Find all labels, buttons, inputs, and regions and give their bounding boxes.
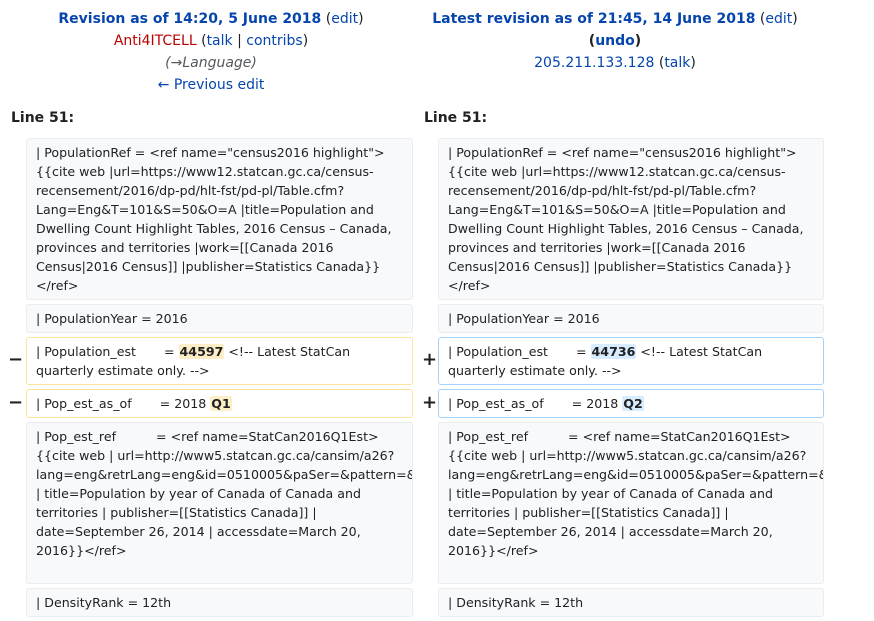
deleted-value: Q1 (210, 396, 232, 411)
context-populationyear-right: | PopulationYear = 2016 (438, 304, 824, 333)
right-user-link[interactable]: 205.211.133.128 (534, 55, 654, 71)
added-value: Q2 (622, 396, 644, 411)
right-edit-link[interactable]: edit (765, 11, 792, 27)
added-population-est: | Population_est = 44736 <!-- Latest Sta… (438, 337, 824, 385)
deleted-population-est: | Population_est = 44597 <!-- Latest Sta… (26, 337, 413, 385)
previous-edit-link[interactable]: ← Previous edit (0, 74, 422, 96)
context-densityrank-left: | DensityRank = 12th (26, 588, 413, 617)
added-line-marker: + (422, 392, 438, 413)
deleted-line-marker: − (8, 349, 24, 370)
left-revision-title[interactable]: Revision as of 14:20, 5 June 2018 (58, 11, 321, 27)
undo-link[interactable]: undo (595, 33, 635, 49)
edit-summary: (→Language) (165, 55, 257, 71)
added-pop-est-as-of: | Pop_est_as_of = 2018 Q2 (438, 389, 824, 418)
line-number-left: Line 51: (11, 110, 75, 126)
context-populationref-left: | PopulationRef = <ref name="census2016 … (26, 138, 413, 300)
deleted-line-marker: − (8, 392, 24, 413)
deleted-value: 44597 (178, 344, 225, 359)
left-edit-link[interactable]: edit (331, 11, 358, 27)
left-contribs-link[interactable]: contribs (246, 33, 302, 49)
left-revision-header: Revision as of 14:20, 5 June 2018 (edit)… (0, 8, 422, 96)
right-revision-header: Latest revision as of 21:45, 14 June 201… (432, 11, 798, 71)
added-value: 44736 (590, 344, 637, 359)
right-talk-link[interactable]: talk (664, 55, 690, 71)
context-pop-est-ref-right: | Pop_est_ref = <ref name=StatCan2016Q1E… (438, 422, 824, 584)
context-populationref-right: | PopulationRef = <ref name="census2016 … (438, 138, 824, 300)
left-talk-link[interactable]: talk (207, 33, 233, 49)
right-revision-title[interactable]: Latest revision as of 21:45, 14 June 201… (432, 11, 755, 27)
context-populationyear-left: | PopulationYear = 2016 (26, 304, 413, 333)
added-line-marker: + (422, 349, 438, 370)
context-densityrank-right: | DensityRank = 12th (438, 588, 824, 617)
line-number-right: Line 51: (424, 110, 488, 126)
deleted-pop-est-as-of: | Pop_est_as_of = 2018 Q1 (26, 389, 413, 418)
left-user-link[interactable]: Anti4ITCELL (114, 33, 197, 49)
context-pop-est-ref-left: | Pop_est_ref = <ref name=StatCan2016Q1E… (26, 422, 413, 584)
